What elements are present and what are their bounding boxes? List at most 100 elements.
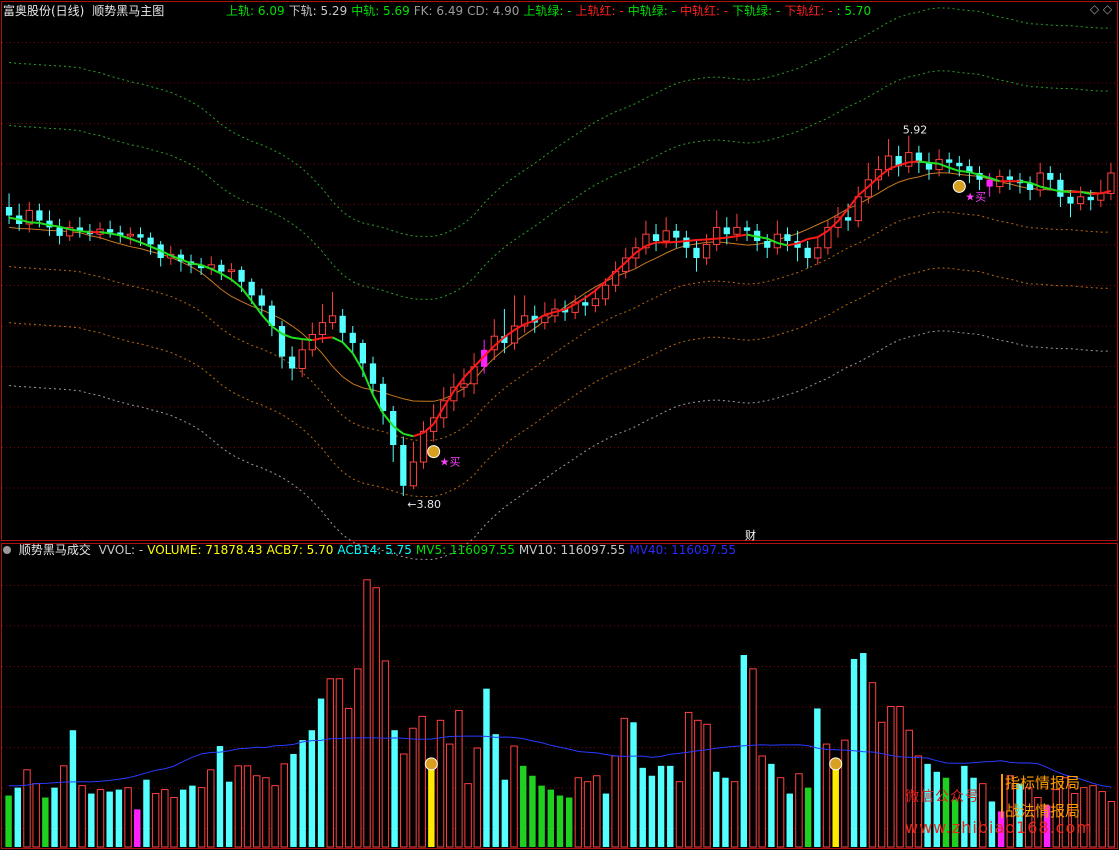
volume-bar — [262, 777, 270, 848]
volume-bar — [197, 787, 206, 848]
candle-body — [107, 229, 114, 233]
volume-bar — [151, 793, 160, 848]
volume-bar — [620, 717, 629, 848]
volume-bar — [88, 793, 95, 847]
volume-bar — [611, 755, 619, 848]
stock-chart-window: ←3.80 5.92 ★买 ★买财 富奥股份(日线) 顺势黑马主图 上轨: 6.09 下… — [0, 0, 1119, 850]
volume-bar — [455, 709, 463, 848]
volume-bar — [381, 660, 390, 848]
candle-body — [227, 269, 236, 273]
volume-bar — [749, 668, 757, 848]
candle-body — [419, 430, 428, 463]
volume-value-6: MV40: 116097.55 — [629, 543, 737, 557]
trend-segment — [969, 171, 980, 176]
volume-bar — [363, 579, 371, 848]
volume-bar — [60, 765, 68, 848]
volume-bar — [492, 734, 499, 847]
candle-body — [36, 210, 43, 221]
candle-body — [582, 302, 589, 306]
volume-bar — [42, 797, 49, 847]
band-lines — [9, 7, 1111, 560]
indicator-name[interactable]: 顺势黑马主图 — [92, 4, 164, 18]
candle-body — [278, 326, 286, 357]
candle-body — [844, 217, 852, 221]
candle-body — [147, 237, 154, 245]
volume-bar — [694, 719, 702, 848]
trend-segment — [807, 236, 818, 241]
volume-bar — [225, 781, 233, 847]
volume-bar — [877, 721, 886, 848]
volume-bar — [317, 698, 325, 847]
candle-body — [238, 269, 245, 282]
trend-segment — [341, 341, 354, 354]
band-upper-1 — [9, 70, 1111, 300]
volume-values: VVOL: - VOLUME: 71878.43 ACB7: 5.70 ACB14: … — [99, 543, 740, 557]
candle-body — [1076, 196, 1085, 205]
candle-body — [409, 461, 418, 487]
low-price-label: ←3.80 — [407, 498, 441, 511]
volume-bar — [740, 655, 748, 847]
candle-body — [137, 234, 144, 238]
volume-bar — [529, 775, 536, 847]
volume-bar — [234, 765, 243, 848]
volume-bar — [583, 781, 592, 848]
main-panel-border — [1, 1, 1118, 541]
stock-title[interactable]: 富奥股份(日线) — [3, 4, 84, 18]
band-lower-2 — [9, 267, 1111, 497]
band-middle-line — [9, 172, 1111, 402]
chart-canvas: ←3.80 5.92 ★买 ★买财 — [1, 1, 1118, 849]
volume-bar — [639, 767, 646, 847]
volume-indicator-name[interactable]: 顺势黑马成交 — [19, 543, 91, 557]
main-chart-header: 富奥股份(日线) 顺势黑马主图 上轨: 6.09 下轨: 5.29 中轨: 5.69… — [3, 2, 879, 20]
candle-body — [339, 315, 346, 333]
diamond-toggle-icon[interactable]: ◇ ◇ — [1084, 2, 1118, 18]
watermark-line2: 指标情报局 — [1005, 774, 1081, 792]
volume-bar — [832, 765, 839, 847]
trend-segment — [302, 338, 313, 342]
volume-coin-icon — [829, 757, 843, 771]
candle-body — [764, 241, 771, 248]
volume-bar — [822, 743, 831, 848]
volume-bar — [841, 739, 849, 848]
volume-bar — [758, 755, 766, 848]
volume-bar — [299, 740, 306, 847]
volume-bar — [786, 793, 793, 847]
candle-body — [1067, 196, 1074, 204]
candle-body — [308, 334, 316, 351]
candle-body — [713, 226, 721, 245]
indicator-value-4: CD: 4.90 — [467, 4, 520, 18]
volume-bar — [648, 775, 656, 847]
candle-body — [693, 247, 700, 258]
candle-body — [854, 196, 862, 222]
volume-value-2: ACB7: 5.70 — [266, 543, 334, 557]
volume-bar — [684, 711, 693, 848]
trend-segment — [29, 221, 40, 225]
trend-segment — [220, 272, 232, 281]
candle-body — [369, 363, 377, 384]
candle-body — [1006, 176, 1013, 180]
volume-bar — [179, 789, 187, 847]
volume-bar — [170, 797, 178, 848]
trend-segment — [928, 161, 940, 165]
volume-value-4: MV5: 116097.55 — [415, 543, 515, 557]
volume-bar — [96, 789, 105, 848]
volume-bar — [804, 787, 812, 847]
candle-body — [5, 207, 13, 216]
high-price-label: 5.92 — [903, 124, 928, 137]
volume-bar — [574, 777, 583, 848]
volume-bar — [354, 668, 362, 848]
circle-icon[interactable] — [3, 546, 11, 554]
candle-body — [218, 264, 225, 272]
candle-body — [662, 230, 670, 242]
volume-bar — [436, 719, 445, 848]
trend-segment — [948, 166, 960, 173]
volume-bar — [713, 771, 720, 847]
trend-segment — [332, 336, 344, 344]
candle-body — [349, 332, 356, 343]
candle-body — [814, 247, 822, 259]
candle-body — [126, 233, 134, 237]
candle-body — [400, 445, 407, 486]
candle-body — [683, 237, 690, 248]
trend-segment — [726, 235, 738, 239]
indicator-value-5: 上轨绿: - — [523, 4, 572, 18]
